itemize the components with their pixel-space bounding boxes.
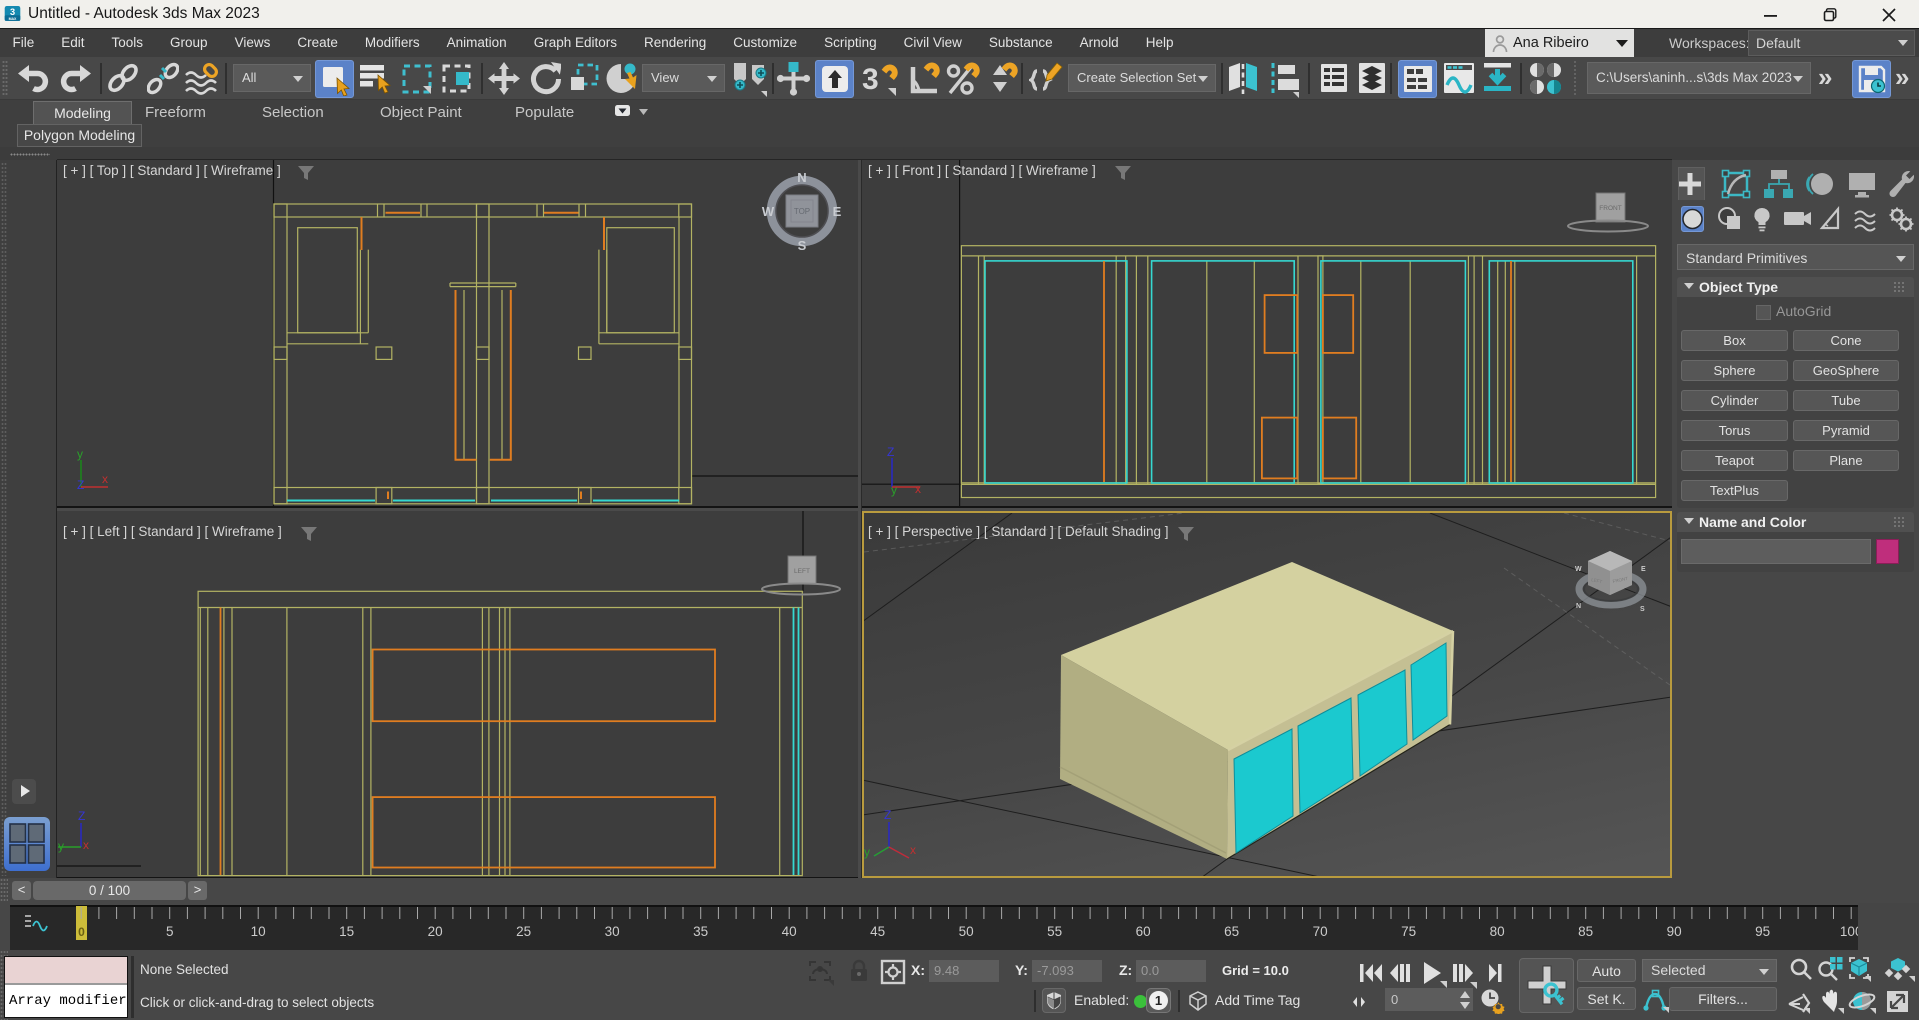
- svg-text:60: 60: [1136, 924, 1151, 939]
- svg-text:y: y: [58, 839, 64, 853]
- svg-text:FRONT: FRONT: [1599, 205, 1621, 212]
- svg-text:50: 50: [959, 924, 974, 939]
- svg-text:40: 40: [782, 924, 797, 939]
- svg-text:MAX: MAX: [9, 17, 17, 21]
- svg-text:y: y: [864, 845, 870, 859]
- svg-text:75: 75: [1401, 924, 1416, 939]
- svg-text:70: 70: [1313, 924, 1328, 939]
- svg-text:20: 20: [428, 924, 443, 939]
- svg-text:x: x: [915, 482, 921, 496]
- svg-text:x: x: [910, 843, 916, 857]
- svg-text:65: 65: [1224, 924, 1239, 939]
- svg-text:TOP: TOP: [794, 207, 810, 216]
- svg-text:85: 85: [1578, 924, 1593, 939]
- svg-text:95: 95: [1755, 924, 1770, 939]
- svg-text:N: N: [797, 170, 806, 185]
- svg-text:x: x: [102, 472, 108, 486]
- svg-text:10: 10: [251, 924, 266, 939]
- svg-text:80: 80: [1490, 924, 1505, 939]
- svg-text:E: E: [833, 204, 842, 219]
- svg-text:30: 30: [605, 924, 620, 939]
- svg-text:Z: Z: [887, 445, 894, 459]
- svg-text:x: x: [83, 838, 89, 852]
- svg-text:y: y: [891, 483, 897, 497]
- svg-text:55: 55: [1047, 924, 1062, 939]
- svg-text:25: 25: [516, 924, 531, 939]
- svg-text:5: 5: [166, 924, 174, 939]
- svg-text:Z: Z: [77, 478, 84, 492]
- svg-text:S: S: [1640, 606, 1645, 613]
- svg-text:35: 35: [693, 924, 708, 939]
- svg-text:90: 90: [1667, 924, 1682, 939]
- svg-text:Z: Z: [78, 809, 85, 823]
- svg-text:LEFT: LEFT: [794, 568, 810, 575]
- svg-text:W: W: [762, 204, 775, 219]
- svg-text:3: 3: [862, 63, 879, 96]
- svg-text:45: 45: [870, 924, 885, 939]
- svg-text:W: W: [1575, 566, 1582, 573]
- svg-text:Z: Z: [884, 808, 891, 822]
- svg-text:3: 3: [10, 7, 15, 17]
- svg-text:0: 0: [78, 925, 85, 939]
- svg-text:E: E: [1641, 566, 1646, 573]
- svg-text:15: 15: [339, 924, 354, 939]
- svg-text:N: N: [1576, 603, 1581, 610]
- svg-text:y: y: [77, 447, 83, 461]
- svg-text:S: S: [798, 238, 807, 253]
